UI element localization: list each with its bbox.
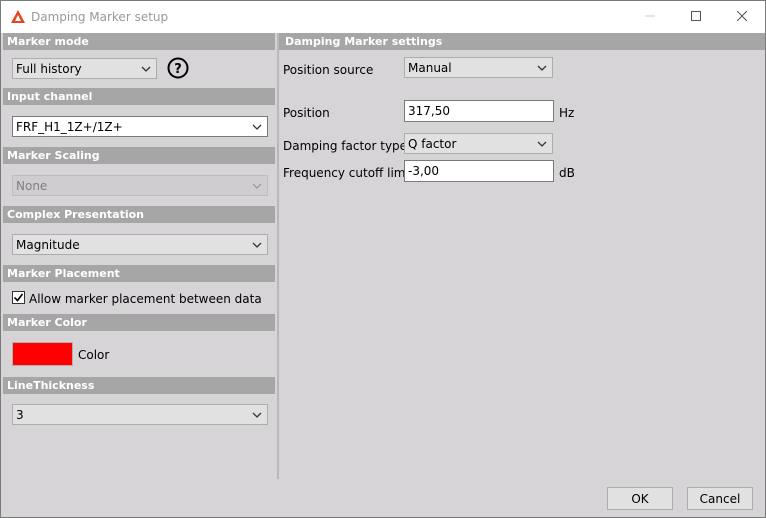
chevron-down-icon bbox=[537, 138, 547, 148]
chevron-down-icon bbox=[252, 180, 262, 190]
close-icon bbox=[736, 10, 748, 24]
frequency-cutoff-unit: dB bbox=[559, 166, 575, 180]
svg-text:?: ? bbox=[174, 62, 182, 77]
position-source-dropdown[interactable]: Manual bbox=[404, 57, 553, 78]
damping-factor-type-label: Damping factor type bbox=[283, 139, 408, 153]
chevron-down-icon bbox=[252, 121, 262, 131]
marker-scaling-dropdown: None bbox=[12, 175, 268, 196]
line-thickness-header: LineThickness bbox=[3, 377, 275, 394]
chevron-down-icon bbox=[141, 63, 151, 73]
frequency-cutoff-label: Frequency cutoff limit bbox=[283, 166, 414, 180]
window-title: Damping Marker setup bbox=[31, 10, 169, 24]
position-source-label: Position source bbox=[283, 63, 374, 77]
left-settings-panel: Marker mode Full history ? Input channel… bbox=[1, 33, 277, 479]
marker-color-swatch[interactable] bbox=[12, 342, 73, 366]
position-value: 317,50 bbox=[408, 104, 450, 118]
complex-presentation-header: Complex Presentation bbox=[3, 206, 275, 223]
marker-placement-header: Marker Placement bbox=[3, 265, 275, 282]
marker-mode-dropdown[interactable]: Full history bbox=[12, 58, 157, 79]
chevron-down-icon bbox=[252, 239, 262, 249]
marker-color-label: Color bbox=[78, 348, 110, 362]
position-unit: Hz bbox=[559, 106, 575, 120]
title-bar: Damping Marker setup bbox=[1, 1, 765, 33]
cancel-button[interactable]: Cancel bbox=[687, 487, 753, 510]
damping-factor-type-value: Q factor bbox=[408, 136, 457, 151]
line-thickness-dropdown[interactable]: 3 bbox=[12, 404, 268, 425]
frequency-cutoff-input[interactable]: -3,00 bbox=[404, 160, 554, 182]
allow-placement-checkbox[interactable] bbox=[12, 291, 25, 304]
input-channel-dropdown[interactable]: FRF_H1_1Z+/1Z+ bbox=[12, 116, 268, 137]
app-logo-icon bbox=[11, 10, 25, 24]
position-source-value: Manual bbox=[408, 60, 452, 75]
dialog-window: Damping Marker setup Marker mode Full hi… bbox=[0, 0, 766, 518]
complex-presentation-value: Magnitude bbox=[16, 237, 80, 252]
marker-scaling-value: None bbox=[16, 178, 48, 193]
minimize-icon bbox=[645, 10, 655, 24]
minimize-button[interactable] bbox=[627, 1, 673, 33]
input-channel-value: FRF_H1_1Z+/1Z+ bbox=[16, 119, 123, 134]
input-channel-header: Input channel bbox=[3, 88, 275, 105]
marker-mode-value: Full history bbox=[16, 61, 82, 76]
position-label: Position bbox=[283, 106, 330, 120]
close-button[interactable] bbox=[719, 1, 765, 33]
marker-mode-header: Marker mode bbox=[3, 33, 275, 50]
ok-button[interactable]: OK bbox=[607, 487, 673, 510]
chevron-down-icon bbox=[252, 409, 262, 419]
chevron-down-icon bbox=[537, 62, 547, 72]
line-thickness-value: 3 bbox=[16, 407, 24, 422]
complex-presentation-dropdown[interactable]: Magnitude bbox=[12, 234, 268, 255]
checkmark-icon bbox=[13, 293, 24, 302]
marker-scaling-header: Marker Scaling bbox=[3, 147, 275, 164]
position-input[interactable]: 317,50 bbox=[404, 100, 554, 122]
right-settings-panel: Damping Marker settings Position source … bbox=[279, 33, 765, 479]
frequency-cutoff-value: -3,00 bbox=[408, 164, 440, 178]
maximize-icon bbox=[691, 10, 701, 24]
maximize-button[interactable] bbox=[673, 1, 719, 33]
damping-marker-settings-header: Damping Marker settings bbox=[279, 33, 765, 50]
allow-placement-label: Allow marker placement between data bbox=[29, 292, 262, 306]
damping-factor-type-dropdown[interactable]: Q factor bbox=[404, 133, 553, 154]
help-icon[interactable]: ? bbox=[167, 57, 189, 79]
marker-color-header: Marker Color bbox=[3, 314, 275, 331]
